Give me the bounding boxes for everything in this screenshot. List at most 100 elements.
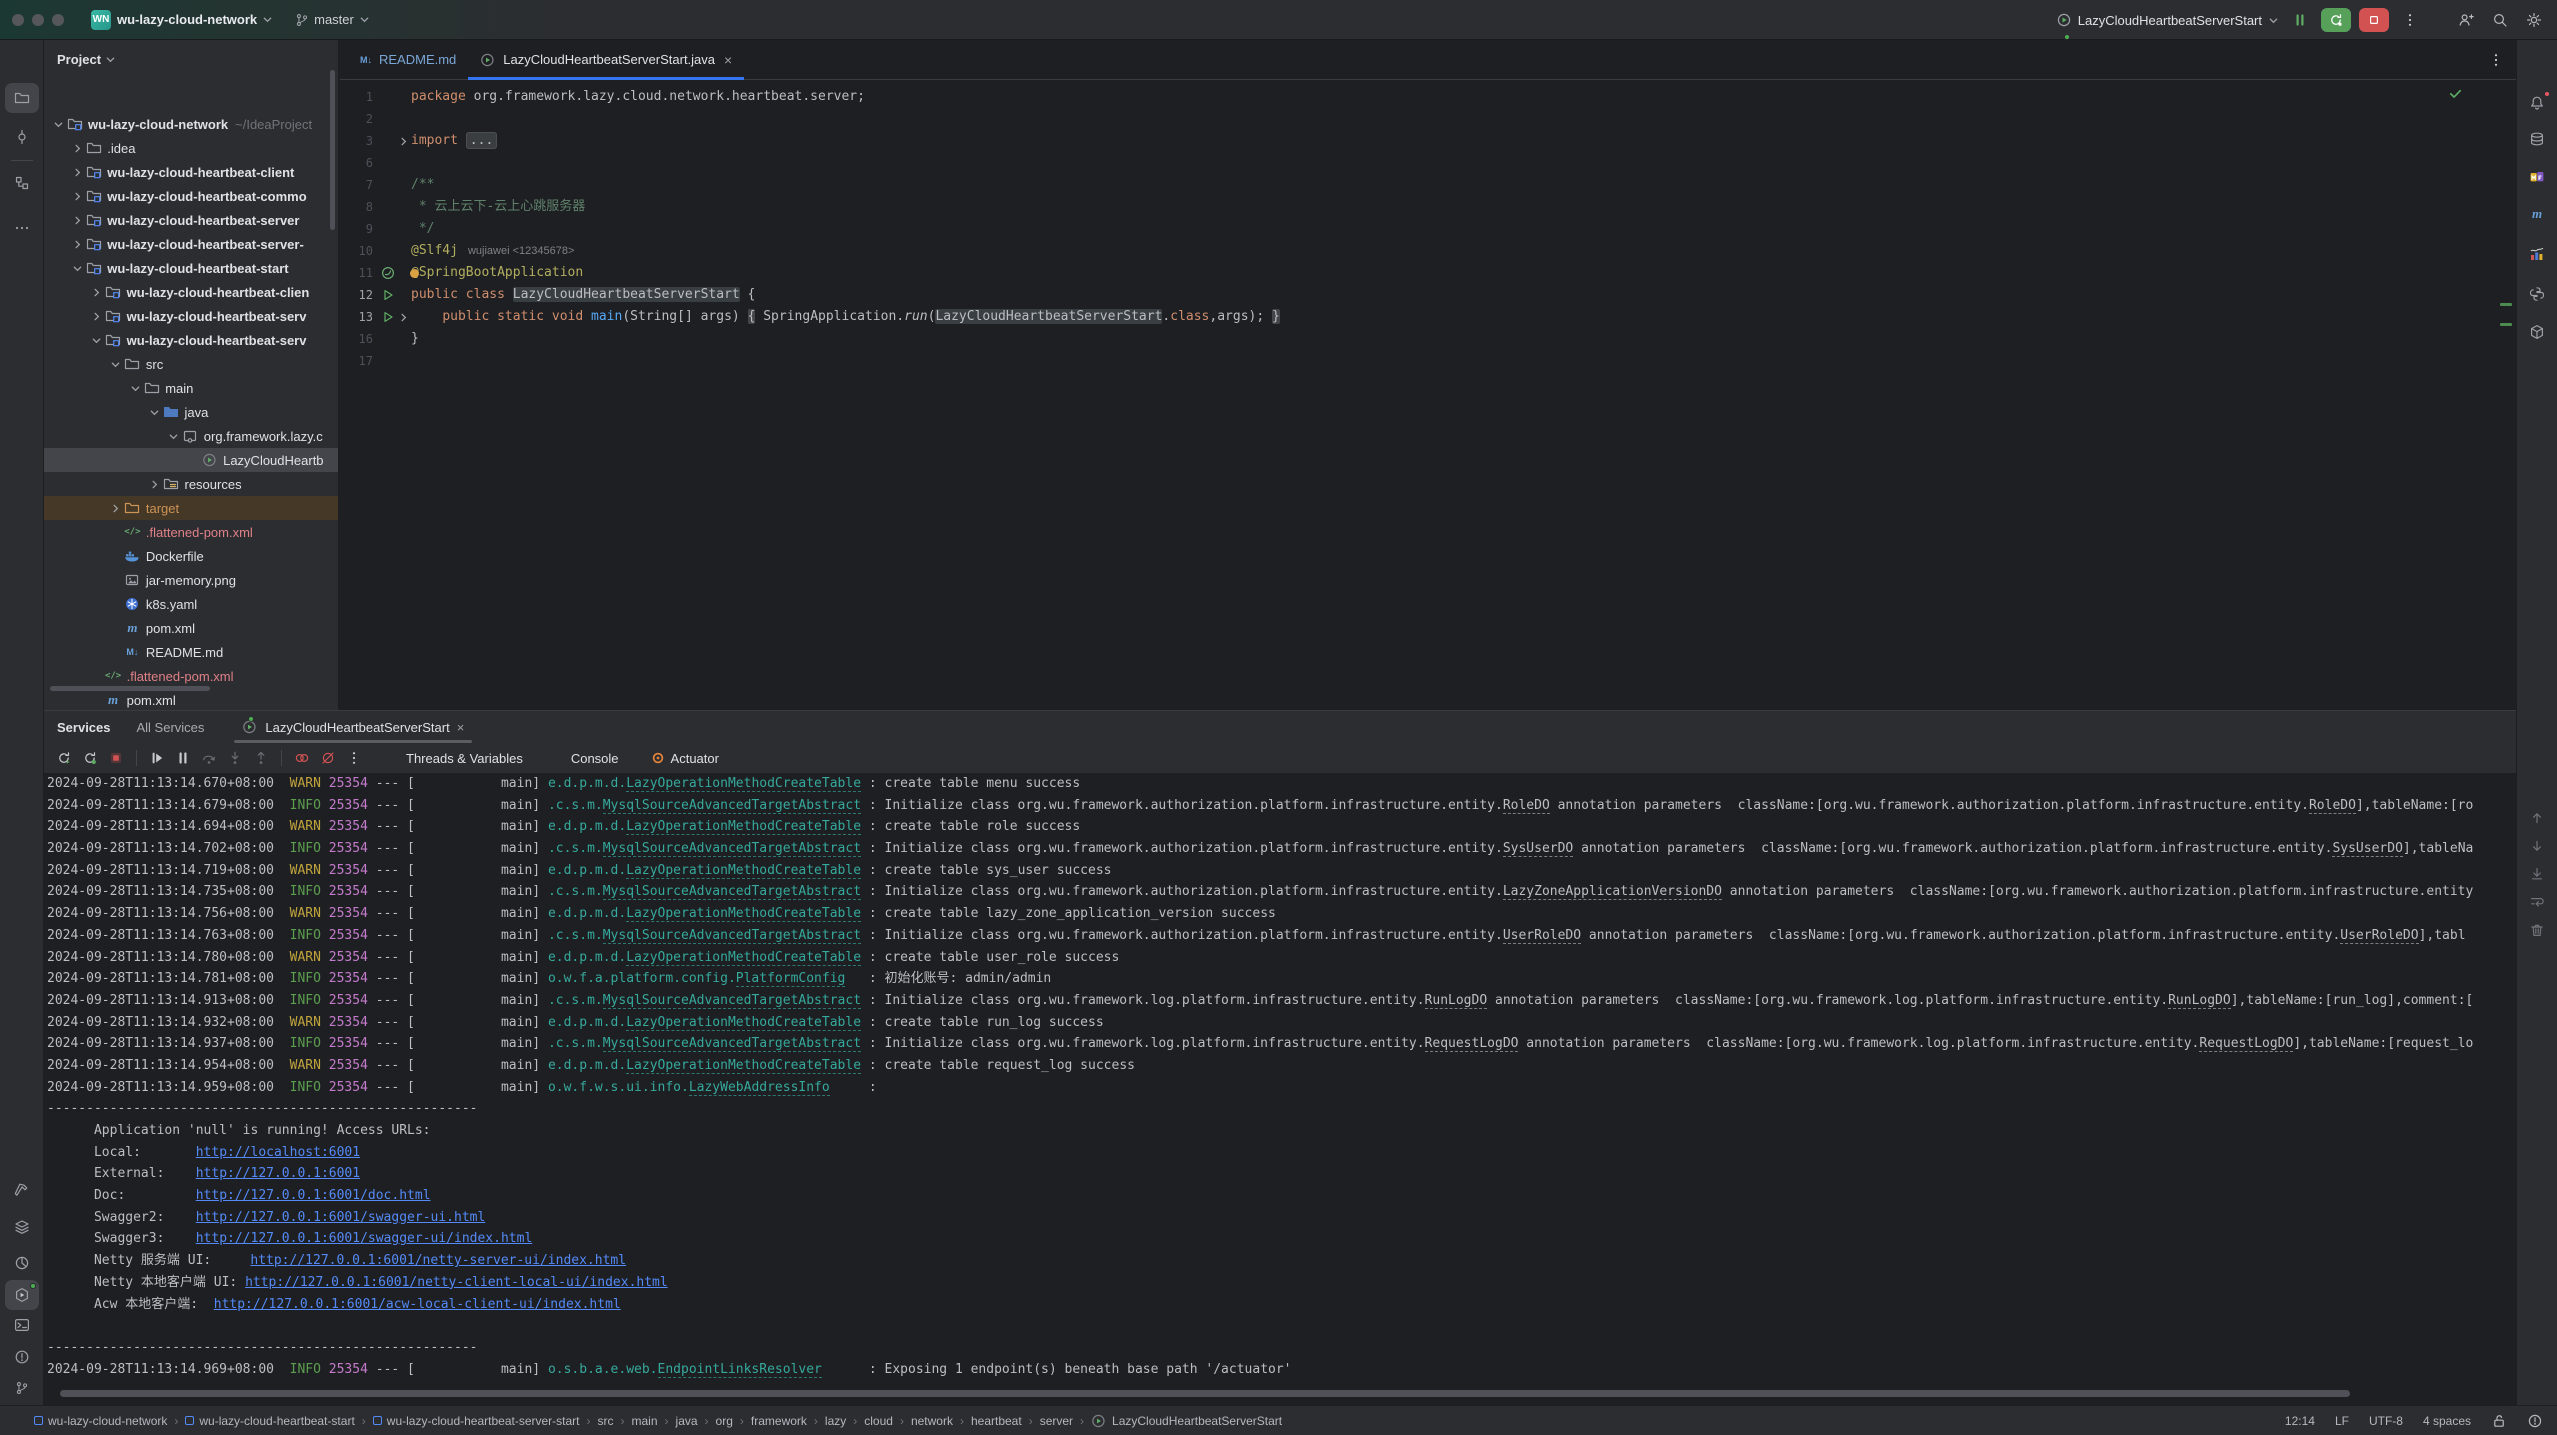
- toolbtn-dependencies-tool[interactable]: [2520, 317, 2554, 347]
- rerun-button[interactable]: [52, 746, 76, 770]
- toolbtn-structure-tool[interactable]: [5, 168, 39, 198]
- run-gutter-icon[interactable]: [380, 284, 396, 306]
- log-url-link[interactable]: http://127.0.0.1:6001/netty-server-ui/in…: [250, 1253, 626, 1268]
- branch-selector[interactable]: master: [295, 12, 370, 27]
- console-horizontal-scrollbar[interactable]: [60, 1390, 2350, 1397]
- tree-row[interactable]: .idea: [44, 136, 338, 160]
- spring-gutter-icon[interactable]: [380, 262, 396, 284]
- log-class-link[interactable]: LazyZoneApplicationVersionDO: [1503, 884, 1722, 900]
- log-class-link[interactable]: RunLogDO: [2168, 993, 2231, 1009]
- tree-row[interactable]: </>.flattened-pom.xml: [44, 520, 338, 544]
- tree-row[interactable]: k8s.yaml: [44, 592, 338, 616]
- fold-marker-icon[interactable]: [396, 130, 411, 152]
- tab-actuator[interactable]: Actuator: [651, 751, 719, 766]
- log-logger-link[interactable]: LazyOperationMethodCreateTable: [626, 776, 861, 792]
- toolbtn-mybatis-plugin[interactable]: [2520, 162, 2554, 192]
- indent-size[interactable]: 4 spaces: [2423, 1414, 2471, 1428]
- tree-chevron-down-icon[interactable]: [147, 407, 163, 418]
- log-logger-link[interactable]: PlatformConfig: [736, 971, 846, 987]
- tree-row[interactable]: M↓README.md: [44, 640, 338, 664]
- toolbtn-project-tool[interactable]: [5, 83, 39, 113]
- toolbtn-commit-tool[interactable]: [5, 122, 39, 152]
- intention-bulb-icon[interactable]: [410, 269, 419, 278]
- code-line[interactable]: 6: [340, 152, 2516, 174]
- services-title[interactable]: Services: [57, 720, 111, 735]
- tree-chevron-right-icon[interactable]: [147, 479, 163, 490]
- tree-row[interactable]: </>.flattened-pom.xml: [44, 664, 338, 688]
- code-line[interactable]: 9 */: [340, 218, 2516, 240]
- tree-row[interactable]: mpom.xml: [44, 616, 338, 640]
- code-line[interactable]: 13 public static void main(String[] args…: [340, 306, 2516, 328]
- breadcrumb-item[interactable]: main: [632, 1414, 658, 1428]
- log-url-link[interactable]: http://127.0.0.1:6001/swagger-ui.html: [196, 1210, 486, 1225]
- log-class-link[interactable]: UserRoleDO: [1503, 928, 1581, 944]
- consolebtn-prev-occurrence[interactable]: [2520, 803, 2554, 833]
- run-gutter-icon[interactable]: [380, 306, 396, 328]
- log-class-link[interactable]: RequestLogDO: [1425, 1036, 1519, 1052]
- editor-tab-options-icon[interactable]: [2488, 52, 2504, 68]
- tree-row[interactable]: wu-lazy-cloud-heartbeat-serv: [44, 304, 338, 328]
- breadcrumb-item[interactable]: java: [676, 1414, 698, 1428]
- breadcrumb-item[interactable]: src: [598, 1414, 614, 1428]
- toolbtn-database-tool[interactable]: [2520, 124, 2554, 154]
- pause-button[interactable]: [171, 746, 195, 770]
- caret-position[interactable]: 12:14: [2285, 1414, 2315, 1428]
- breadcrumb-item[interactable]: network: [911, 1414, 953, 1428]
- tree-chevron-right-icon[interactable]: [89, 311, 105, 322]
- code-line[interactable]: 2: [340, 108, 2516, 130]
- log-class-link[interactable]: RoleDO: [1503, 798, 1550, 814]
- code-line[interactable]: 12public class LazyCloudHeartbeatServerS…: [340, 284, 2516, 306]
- code-line[interactable]: 7/**: [340, 174, 2516, 196]
- tab-console[interactable]: Console: [571, 751, 619, 766]
- log-logger-link[interactable]: EndpointLinksResolver: [658, 1362, 822, 1378]
- breadcrumb-item[interactable]: server: [1040, 1414, 1073, 1428]
- log-logger-link[interactable]: MysqlSourceAdvancedTargetAbstract: [603, 884, 861, 900]
- tree-chevron-right-icon[interactable]: [69, 167, 85, 178]
- view-breakpoints-button[interactable]: [316, 746, 340, 770]
- tree-horizontal-scrollbar[interactable]: [50, 686, 210, 691]
- tree-chevron-right-icon[interactable]: [69, 239, 85, 250]
- toolbtn-terminal-tool[interactable]: [5, 1310, 39, 1340]
- tab-all-services[interactable]: All Services: [137, 720, 205, 735]
- editor-tab-LazyCloudHeartbeatServerStart.java[interactable]: LazyCloudHeartbeatServerStart.java×: [468, 40, 744, 79]
- tree-row[interactable]: Dockerfile: [44, 544, 338, 568]
- toolbtn-git-tool[interactable]: [5, 1373, 39, 1403]
- breadcrumb-item[interactable]: lazy: [825, 1414, 846, 1428]
- tree-row[interactable]: wu-lazy-cloud-heartbeat-server: [44, 208, 338, 232]
- consolebtn-soft-wrap[interactable]: [2520, 887, 2554, 917]
- toolbtn-notifications[interactable]: [2520, 88, 2554, 118]
- log-logger-link[interactable]: LazyOperationMethodCreateTable: [626, 1015, 861, 1031]
- stop-button[interactable]: [104, 746, 128, 770]
- breadcrumb-item[interactable]: heartbeat: [971, 1414, 1022, 1428]
- lock-icon[interactable]: [2491, 1413, 2507, 1429]
- code-line[interactable]: 10@Slf4jwujiawei <12345678>: [340, 240, 2516, 262]
- tree-row[interactable]: wu-lazy-cloud-heartbeat-start: [44, 256, 338, 280]
- more-actions-button[interactable]: [342, 746, 366, 770]
- log-logger-link[interactable]: LazyOperationMethodCreateTable: [626, 1058, 861, 1074]
- code-line[interactable]: 8 * 云上云下-云上心跳服务器: [340, 196, 2516, 218]
- close-icon[interactable]: ×: [724, 52, 732, 68]
- mute-breakpoints-button[interactable]: [290, 746, 314, 770]
- tree-row[interactable]: wu-lazy-cloud-network~/IdeaProject: [44, 112, 338, 136]
- tree-chevron-down-icon[interactable]: [108, 359, 124, 370]
- log-url-link[interactable]: http://127.0.0.1:6001/acw-local-client-u…: [214, 1297, 621, 1312]
- breadcrumb-item[interactable]: cloud: [864, 1414, 893, 1428]
- file-encoding[interactable]: UTF-8: [2369, 1414, 2403, 1428]
- tab-threads-variables[interactable]: Threads & Variables: [406, 751, 523, 766]
- fold-marker-icon[interactable]: [396, 306, 411, 328]
- toolbtn-services-layers-tool[interactable]: [5, 1212, 39, 1242]
- code-line[interactable]: 17: [340, 350, 2516, 372]
- consolebtn-next-occurrence[interactable]: [2520, 831, 2554, 861]
- tree-chevron-right-icon[interactable]: [69, 191, 85, 202]
- log-logger-link[interactable]: MysqlSourceAdvancedTargetAbstract: [603, 841, 861, 857]
- project-panel-header[interactable]: Project: [44, 40, 338, 78]
- toolbtn-services-tool[interactable]: [5, 1280, 39, 1310]
- consolebtn-scroll-to-end[interactable]: [2520, 859, 2554, 889]
- breadcrumb-item[interactable]: LazyCloudHeartbeatServerStart: [1091, 1413, 1282, 1429]
- log-logger-link[interactable]: MysqlSourceAdvancedTargetAbstract: [603, 993, 861, 1009]
- notifications-status-icon[interactable]: [2527, 1413, 2543, 1429]
- tree-chevron-right-icon[interactable]: [108, 503, 124, 514]
- toolbtn-build-tool[interactable]: [5, 1175, 39, 1205]
- tree-chevron-down-icon[interactable]: [89, 335, 105, 346]
- log-url-link[interactable]: http://127.0.0.1:6001/swagger-ui/index.h…: [196, 1231, 533, 1246]
